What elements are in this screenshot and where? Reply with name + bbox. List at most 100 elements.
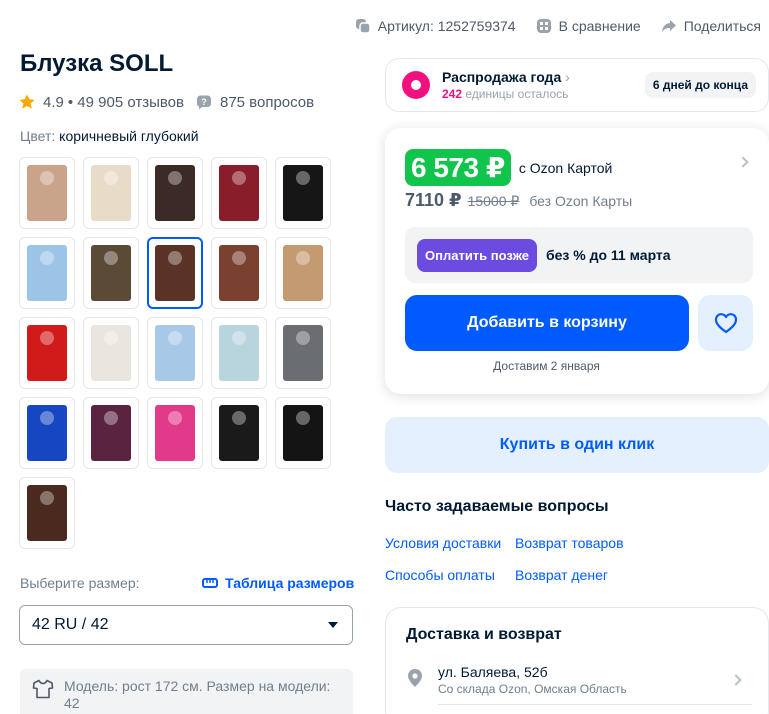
share-button[interactable]: Поделиться (661, 18, 761, 34)
color-row: Цвет: коричневый глубокий (20, 128, 199, 144)
chevron-right-icon[interactable] (730, 674, 742, 686)
product-photo (219, 325, 259, 381)
compare-icon (536, 19, 551, 33)
card-price-note: с Ozon Картой (518, 159, 613, 176)
faq-link-payment[interactable]: Способы оплаты (385, 567, 495, 583)
reviews-link[interactable]: • 49 905 отзывов (68, 94, 184, 111)
color-variant-thumbnail[interactable] (275, 157, 331, 229)
size-label: Выберите размер: (20, 575, 140, 591)
product-photo (283, 165, 323, 221)
color-variant-thumbnail[interactable] (211, 237, 267, 309)
product-photo (283, 405, 323, 461)
color-variant-thumbnail[interactable] (19, 397, 75, 469)
pay-later-block: Оплатить позже без % до 11 марта (405, 227, 753, 283)
delivery-date: Доставим 2 января (493, 359, 600, 373)
product-photo (27, 485, 67, 541)
buy-one-click-button[interactable]: Купить в один клик (385, 417, 769, 473)
chevron-right-icon[interactable] (737, 156, 749, 168)
product-photo (219, 245, 259, 301)
old-price: 15000 ₽ (467, 193, 520, 209)
model-info-text: Модель: рост 172 см. Размер на модели: 4… (64, 678, 331, 711)
compare-label: В сравнение (558, 18, 641, 34)
color-variant-thumbnail[interactable] (211, 397, 267, 469)
faq-title: Часто задаваемые вопросы (385, 498, 609, 515)
sale-count-suffix: единицы осталось (462, 87, 569, 101)
article-text: Артикул: 1252759374 (377, 18, 516, 34)
product-photo (219, 165, 259, 221)
product-photo (27, 245, 67, 301)
shipping-title: Доставка и возврат (406, 626, 562, 643)
color-variant-thumbnail[interactable] (19, 477, 75, 549)
share-icon (661, 20, 676, 32)
shipping-address-row[interactable]: ул. Баляева, 52б Со склада Ozon, Омская … (406, 664, 627, 696)
color-variant-thumbnail[interactable] (275, 237, 331, 309)
color-variant-thumbnail[interactable] (147, 157, 203, 229)
favorite-button[interactable] (698, 295, 753, 351)
color-variant-thumbnail[interactable] (19, 317, 75, 389)
sale-days-left: 6 дней до конца (644, 72, 756, 98)
regular-price-row: 7110 ₽ 15000 ₽ без Ozon Карты (405, 190, 632, 211)
size-table-label: Таблица размеров (225, 575, 355, 591)
copy-icon (355, 19, 371, 34)
color-value: коричневый глубокий (59, 128, 199, 144)
sale-logo-icon (402, 71, 430, 99)
color-variant-thumbnail[interactable] (19, 157, 75, 229)
color-variant-thumbnail[interactable] (83, 397, 139, 469)
color-variant-thumbnail[interactable] (147, 237, 203, 309)
regular-price-note: без Ozon Карты (529, 193, 633, 209)
size-selected-value: 42 RU / 42 (32, 616, 109, 633)
color-variant-thumbnail[interactable] (211, 157, 267, 229)
compare-button[interactable]: В сравнение (536, 18, 641, 34)
product-title: Блузка SOLL (20, 50, 174, 77)
location-pin-icon (408, 669, 422, 687)
size-table-link[interactable]: Таблица размеров (202, 575, 354, 591)
product-toolbar: Артикул: 1252759374 В сравнение Поделить… (355, 18, 761, 34)
card-price: 6 573 ₽ (405, 149, 511, 186)
faq-link-returns[interactable]: Возврат товаров (515, 535, 624, 551)
color-variant-thumbnail[interactable] (275, 317, 331, 389)
product-photo (27, 165, 67, 221)
color-label: Цвет: (20, 128, 56, 144)
faq-link-refund[interactable]: Возврат денег (515, 567, 608, 583)
pay-later-button[interactable]: Оплатить позже (417, 238, 537, 272)
pay-later-text: без % до 11 марта (545, 247, 671, 263)
color-variant-thumbnail[interactable] (211, 317, 267, 389)
regular-price: 7110 ₽ (405, 190, 462, 210)
svg-text:?: ? (201, 97, 207, 107)
price-card: 6 573 ₽ с Ozon Картой 7110 ₽ 15000 ₽ без… (385, 128, 769, 394)
size-dropdown[interactable]: 42 RU / 42 (19, 605, 353, 645)
product-photo (155, 405, 195, 461)
color-variant-thumbnail[interactable] (275, 397, 331, 469)
color-variant-thumbnail[interactable] (83, 157, 139, 229)
questions-label: 875 вопросов (219, 93, 315, 111)
ruler-icon (202, 578, 218, 588)
article-number[interactable]: Артикул: 1252759374 (355, 18, 516, 34)
sale-banner[interactable]: Распродажа года › 242 единицы осталось 6… (385, 58, 769, 112)
product-photo (91, 405, 131, 461)
shipping-card: Доставка и возврат ул. Баляева, 52б Со с… (385, 607, 769, 714)
heart-icon (714, 313, 737, 334)
color-variant-thumbnail[interactable] (147, 397, 203, 469)
star-icon (19, 94, 35, 109)
color-variant-thumbnail[interactable] (147, 317, 203, 389)
color-variant-thumbnail[interactable] (83, 237, 139, 309)
faq-link-delivery[interactable]: Условия доставки (385, 535, 501, 551)
product-photo (155, 245, 195, 301)
add-to-cart-button[interactable]: Добавить в корзину (405, 295, 689, 351)
color-variant-thumbnail[interactable] (19, 237, 75, 309)
sale-count: 242 (442, 87, 463, 101)
product-photo (283, 325, 323, 381)
product-photo (155, 165, 195, 221)
color-variant-thumbnail[interactable] (83, 317, 139, 389)
rating-value: 4.9 (43, 93, 64, 111)
questions-link[interactable]: ? 875 вопросов (196, 94, 314, 111)
product-photo (91, 245, 131, 301)
product-photo (283, 245, 323, 301)
product-photo (27, 325, 67, 381)
product-photo (91, 165, 131, 221)
card-price-row[interactable]: 6 573 ₽ с Ozon Картой (405, 149, 612, 186)
product-photo (219, 405, 259, 461)
shirt-icon (32, 679, 54, 699)
shipping-warehouse: Со склада Ozon, Омская Область (438, 682, 627, 696)
sale-title: Распродажа года (442, 69, 562, 85)
